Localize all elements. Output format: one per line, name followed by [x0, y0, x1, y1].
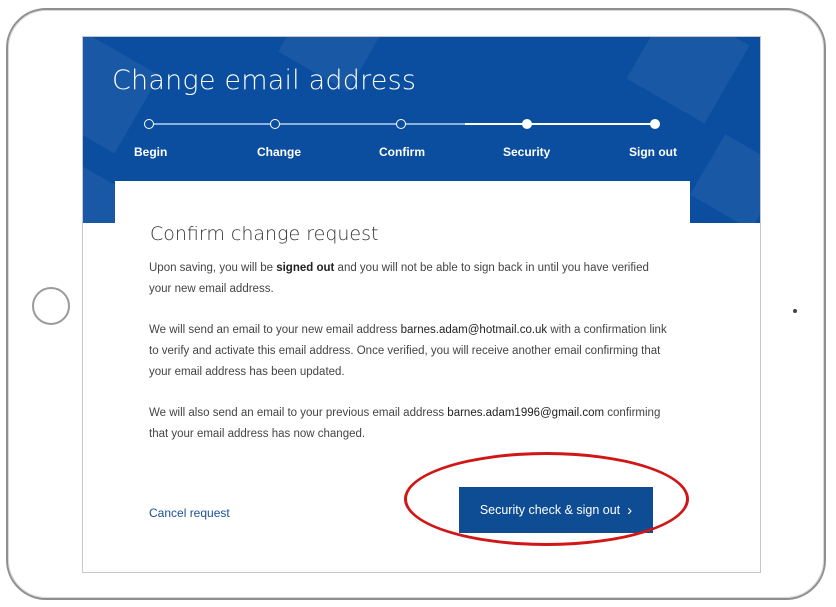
new-email-text: We will send an email to your new email … — [149, 324, 401, 336]
step-label-sign-out: Sign out — [629, 145, 677, 159]
highlight-ring — [404, 452, 689, 546]
old-email-notice: We will also send an email to your previ… — [149, 403, 669, 445]
page-title: Change email address — [112, 65, 417, 96]
step-label-security: Security — [503, 145, 551, 159]
notice-text: Upon saving, you will be — [149, 262, 277, 274]
step-dot-begin — [144, 119, 154, 129]
old-email-text: We will also send an email to your previ… — [149, 407, 448, 419]
step-dot-security — [522, 119, 532, 129]
step-label-begin: Begin — [134, 145, 168, 159]
progress-track-active — [465, 123, 655, 125]
step-dot-sign-out — [650, 119, 660, 129]
camera-icon — [793, 309, 797, 313]
step-dot-confirm — [396, 119, 406, 129]
step-label-confirm: Confirm — [379, 145, 425, 159]
step-label-change: Change — [257, 145, 302, 159]
home-button[interactable] — [32, 287, 70, 325]
banner-pattern — [690, 134, 760, 223]
card-title: Confirm change request — [150, 223, 379, 245]
step-dot-change — [270, 119, 280, 129]
new-email-notice: We will send an email to your new email … — [149, 320, 669, 383]
cancel-request-link[interactable]: Cancel request — [149, 506, 230, 520]
banner-pattern — [626, 37, 750, 124]
notice-bold: signed out — [276, 262, 335, 274]
new-email-address: barnes.adam@hotmail.co.uk — [400, 324, 548, 336]
signout-notice: Upon saving, you will be signed out and … — [149, 258, 669, 300]
progress-track-completed — [149, 123, 465, 125]
old-email-address: barnes.adam1996@gmail.com — [447, 407, 605, 419]
